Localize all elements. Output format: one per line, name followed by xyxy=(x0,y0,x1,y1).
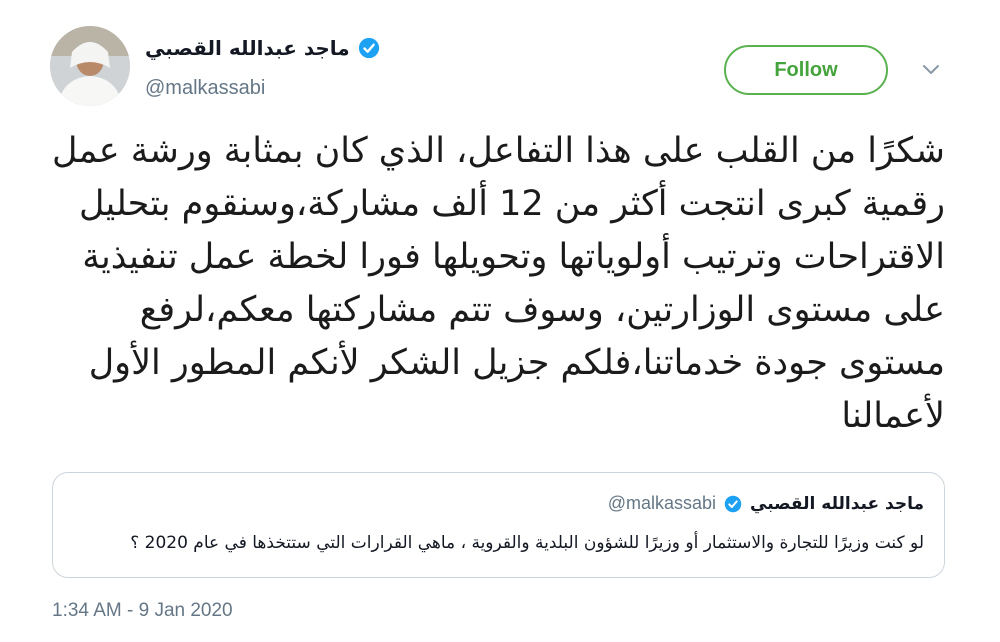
quoted-tweet-author-name: ماجد عبدالله القصبي xyxy=(750,493,924,514)
tweet-timestamp[interactable]: 1:34 AM - 9 Jan 2020 xyxy=(52,600,233,622)
author-handle[interactable]: @malkassabi xyxy=(145,77,265,100)
quoted-tweet-header: @malkassabi ماجد عبدالله القصبي xyxy=(608,493,924,514)
quoted-tweet-card[interactable]: @malkassabi ماجد عبدالله القصبي لو كنت و… xyxy=(52,472,945,578)
tweet-line: رقمية كبرى انتجت أكثر من 12 ألف مشاركة،و… xyxy=(79,184,945,224)
tweet-line: على مستوى الوزارتين، وسوف تتم مشاركتها م… xyxy=(139,290,945,330)
author-name[interactable]: ماجد عبدالله القصبي xyxy=(145,36,350,60)
verified-badge-icon xyxy=(724,495,742,512)
follow-button[interactable]: Follow xyxy=(724,45,888,95)
quoted-tweet-handle: @malkassabi xyxy=(607,493,717,513)
author-name-row[interactable]: ماجد عبدالله القصبي xyxy=(145,36,380,60)
tweet-line: شكرًا من القلب على هذا التفاعل، الذي كان… xyxy=(52,131,945,171)
tweet-line: الاقتراحات وترتيب أولوياتها وتحويلها فور… xyxy=(82,237,945,277)
tweet-line: مستوى جودة خدماتنا،فلكم جزيل الشكر لأنكم… xyxy=(88,343,945,383)
verified-badge-icon xyxy=(358,37,379,59)
chevron-down-icon[interactable] xyxy=(922,64,940,76)
tweet-text: شكرًا من القلب على هذا التفاعل، الذي كان… xyxy=(52,125,945,443)
avatar-image xyxy=(50,26,130,106)
quoted-tweet-text: لو كنت وزيرًا للتجارة والاستثمار أو وزير… xyxy=(130,533,924,553)
avatar[interactable] xyxy=(50,26,130,106)
tweet-line: لأعمالنا xyxy=(841,396,945,436)
